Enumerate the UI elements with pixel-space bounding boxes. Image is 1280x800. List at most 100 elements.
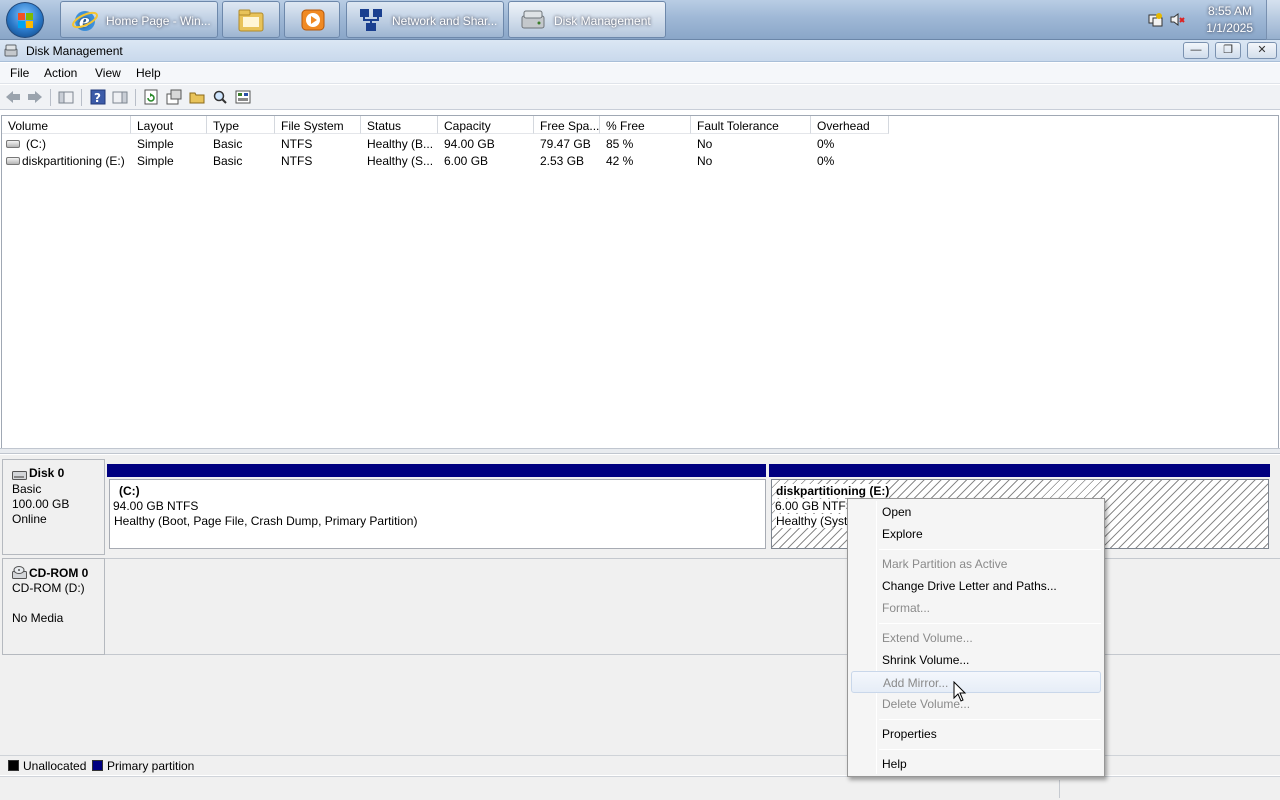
menu-item-extend-volume[interactable]: Extend Volume...	[851, 627, 1101, 649]
column-header-overhead[interactable]: Overhead	[811, 116, 889, 134]
partition-c[interactable]: (C:) 94.00 GB NTFS Healthy (Boot, Page F…	[109, 479, 766, 549]
restore-button[interactable]: ❐	[1215, 42, 1241, 59]
menu-item-format[interactable]: Format...	[851, 597, 1101, 619]
taskbar-button-media-player[interactable]	[284, 1, 340, 38]
taskbar-button-windows-explorer[interactable]	[222, 1, 280, 38]
network-icon	[357, 6, 385, 34]
disk-type: CD-ROM (D:)	[12, 581, 85, 595]
cell-overhead: 0%	[817, 154, 835, 168]
minimize-button[interactable]: —	[1183, 42, 1209, 59]
disk-state: No Media	[12, 611, 64, 625]
status-divider	[1059, 780, 1060, 798]
menu-action[interactable]: Action	[44, 66, 77, 80]
menu-item-add-mirror[interactable]: Add Mirror...	[851, 671, 1101, 693]
open-folder-icon[interactable]	[189, 89, 205, 105]
volume-list: Volume Layout Type File System Status Ca…	[1, 115, 1279, 448]
back-arrow-icon[interactable]	[5, 89, 21, 105]
cell-fault-tolerance: No	[697, 137, 713, 151]
refresh-icon[interactable]	[143, 89, 159, 105]
partition-c-header-bar	[107, 464, 766, 477]
clock-date[interactable]: 1/1/2025	[1206, 21, 1253, 35]
legend-unallocated-swatch	[8, 760, 19, 771]
menu-view[interactable]: View	[95, 66, 121, 80]
menu-file[interactable]: File	[10, 66, 29, 80]
menu-item-shrink-volume[interactable]: Shrink Volume...	[851, 649, 1101, 671]
show-desktop-button[interactable]	[1266, 0, 1280, 40]
cell-status: Healthy (B...	[367, 137, 434, 151]
menu-item-label: Extend Volume...	[882, 631, 973, 645]
disk-management-icon	[519, 6, 547, 34]
column-header-layout[interactable]: Layout	[131, 116, 207, 134]
menu-separator	[879, 623, 1101, 624]
disk-0-label[interactable]: Disk 0 Basic 100.00 GB Online	[2, 459, 105, 555]
menu-item-properties[interactable]: Properties	[851, 723, 1101, 745]
toolbar-separator	[81, 89, 82, 106]
show-hide-console-tree-icon[interactable]	[58, 89, 74, 105]
cell-type: Basic	[213, 154, 243, 168]
taskbar-button-disk-management[interactable]: Disk Management	[508, 1, 666, 38]
windows-logo-icon	[18, 13, 34, 29]
network-status-icon[interactable]	[1148, 12, 1163, 27]
column-header-status[interactable]: Status	[361, 116, 438, 134]
menu-separator	[879, 549, 1101, 550]
menu-item-label: Mark Partition as Active	[882, 557, 1008, 571]
cell-percent-free: 85 %	[606, 137, 634, 151]
disk-settings-icon[interactable]	[235, 89, 251, 105]
column-header-capacity[interactable]: Capacity	[438, 116, 534, 134]
menu-item-label: Change Drive Letter and Paths...	[882, 579, 1057, 593]
partition-e-header-bar	[769, 464, 1270, 477]
menu-item-help[interactable]: Help	[851, 753, 1101, 775]
mouse-pointer-icon	[953, 680, 967, 703]
menu-item-label: Add Mirror...	[883, 676, 949, 690]
menu-bar: File Action View Help	[0, 63, 1280, 84]
toolbar-separator	[135, 89, 136, 106]
column-header-type[interactable]: Type	[207, 116, 275, 134]
partition-size: 6.00 GB NTFS	[775, 499, 854, 513]
start-button[interactable]	[6, 2, 44, 38]
cdrom-0-label[interactable]: CD-ROM 0 CD-ROM (D:) No Media	[2, 558, 105, 655]
disk-management-icon	[4, 44, 18, 57]
menu-item-label: Open	[882, 505, 912, 519]
menu-separator	[879, 749, 1101, 750]
system-tray: 8:55 AM 1/1/2025	[1140, 0, 1280, 40]
toolbar: ?	[0, 85, 1280, 110]
menu-item-label: Explore	[882, 527, 923, 541]
menu-item-mark-active[interactable]: Mark Partition as Active	[851, 553, 1101, 575]
partition-name: diskpartitioning (E:)	[776, 484, 890, 498]
close-button[interactable]: ✕	[1247, 42, 1277, 59]
taskbar-button-network-sharing[interactable]: Network and Shar...	[346, 1, 504, 38]
internet-explorer-icon: e	[71, 6, 99, 34]
toolbar-separator	[50, 89, 51, 106]
taskbar-button-internet-explorer[interactable]: e Home Page - Win...	[60, 1, 218, 38]
disk-name: Disk 0	[29, 466, 65, 480]
legend-unallocated: Unallocated	[23, 759, 87, 773]
cell-capacity: 6.00 GB	[444, 154, 489, 168]
window-titlebar[interactable]: Disk Management — ❐ ✕	[0, 40, 1280, 62]
volume-muted-icon[interactable]	[1170, 12, 1185, 27]
status-bar	[0, 776, 1280, 800]
column-header-volume[interactable]: Volume	[2, 116, 131, 134]
menu-item-explore[interactable]: Explore	[851, 523, 1101, 545]
column-header-percent-free[interactable]: % Free	[600, 116, 691, 134]
search-icon[interactable]	[212, 89, 228, 105]
pane-splitter[interactable]	[0, 448, 1280, 454]
menu-item-label: Properties	[882, 727, 937, 741]
show-hide-action-pane-icon[interactable]	[112, 89, 128, 105]
taskbar-button-label: Disk Management	[554, 14, 651, 28]
column-header-free-space[interactable]: Free Spa...	[534, 116, 600, 134]
drive-icon	[6, 140, 20, 148]
column-header-file-system[interactable]: File System	[275, 116, 361, 134]
cell-overhead: 0%	[817, 137, 835, 151]
forward-arrow-icon[interactable]	[27, 89, 43, 105]
column-header-fault-tolerance[interactable]: Fault Tolerance	[691, 116, 811, 134]
help-icon[interactable]: ?	[90, 89, 106, 105]
clock-time[interactable]: 8:55 AM	[1208, 4, 1252, 18]
menu-item-open[interactable]: Open	[851, 501, 1101, 523]
menu-item-change-drive-letter[interactable]: Change Drive Letter and Paths...	[851, 575, 1101, 597]
cell-volume: diskpartitioning (E:)	[22, 154, 125, 168]
taskbar: e Home Page - Win... Network and Shar...…	[0, 0, 1280, 40]
menu-item-delete-volume[interactable]: Delete Volume...	[851, 693, 1101, 715]
menu-item-label: Shrink Volume...	[882, 653, 970, 667]
menu-help[interactable]: Help	[136, 66, 161, 80]
properties-icon[interactable]	[166, 89, 182, 105]
